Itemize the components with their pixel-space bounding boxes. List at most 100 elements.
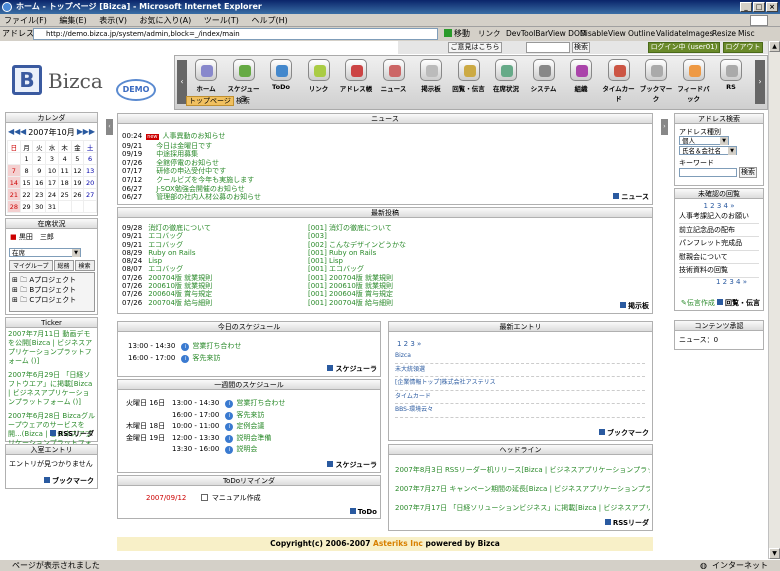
nav-item[interactable]: 回覧・伝言 bbox=[452, 58, 486, 93]
devtoolbar-link[interactable]: DevToolBar bbox=[506, 27, 548, 41]
schedule-title[interactable]: 営業打ち合わせ bbox=[192, 342, 241, 350]
entries-pager[interactable]: 1 2 3 » bbox=[397, 340, 421, 348]
circular-more-link[interactable]: 回覧・伝言 bbox=[717, 298, 760, 308]
subnav-search[interactable]: 検索 bbox=[234, 97, 252, 105]
nav-item[interactable]: ホーム bbox=[189, 58, 223, 93]
calendar-day[interactable]: 14 bbox=[7, 176, 21, 189]
nav-item[interactable]: ToDo bbox=[264, 58, 298, 91]
circular-item[interactable]: 慰親会について bbox=[679, 251, 759, 264]
todo-checkbox[interactable] bbox=[200, 494, 208, 501]
tab-mygroup[interactable]: マイグループ bbox=[9, 260, 53, 271]
board-title[interactable]: 消灯の徹底について bbox=[148, 224, 211, 232]
board-post[interactable]: 08/29 Ruby on Rails bbox=[122, 249, 212, 257]
calendar-day[interactable]: 1 bbox=[19, 152, 34, 165]
today-more-link[interactable]: スケジューラ bbox=[327, 364, 377, 374]
close-button[interactable]: × bbox=[766, 2, 778, 12]
board-thread[interactable]: [001] 200604版 賞与規定 bbox=[308, 290, 406, 298]
calendar-day[interactable]: 17 bbox=[45, 176, 59, 189]
schedule-title[interactable]: 客先来訪 bbox=[192, 354, 220, 362]
week-title[interactable]: 定例会議 bbox=[236, 422, 264, 430]
news-title[interactable]: クールビズを今年も実施します bbox=[156, 176, 254, 184]
news-title[interactable]: 研修の申込受付中です bbox=[156, 167, 226, 175]
collapse-right-icon[interactable]: › bbox=[661, 119, 668, 135]
board-thread[interactable]: [002] こんなデザインどうかな bbox=[308, 241, 406, 249]
menu-help[interactable]: ヘルプ(H) bbox=[251, 16, 287, 25]
calendar-day[interactable]: 12 bbox=[70, 164, 85, 177]
calendar-day[interactable]: 24 bbox=[45, 188, 59, 201]
board-title[interactable]: 200704版 給与細則 bbox=[148, 299, 212, 307]
headline-item[interactable]: 2007年7月17日 「日経ソリューションビジネス」に掲載[Bizca | ビジ… bbox=[395, 499, 650, 518]
todo-more-link[interactable]: ToDo bbox=[349, 508, 377, 516]
week-schedule-item[interactable]: 火曜日 16日 13:00 - 14:30 i 営業打ち合わせ bbox=[126, 398, 285, 410]
board-thread[interactable]: [001] エコバッグ bbox=[308, 265, 406, 273]
board-title[interactable]: 200610版 就業規則 bbox=[148, 282, 212, 290]
scroll-down-icon[interactable]: ▼ bbox=[769, 548, 780, 559]
view-link[interactable]: View bbox=[608, 27, 626, 41]
board-post[interactable]: 07/26 200704版 就業規則 bbox=[122, 274, 212, 282]
board-title[interactable]: エコバッグ bbox=[148, 265, 183, 273]
address-field-select[interactable]: 氏名＆会社名 bbox=[679, 146, 737, 155]
nav-item[interactable]: システム bbox=[527, 58, 561, 93]
schedule-item[interactable]: 13:00 - 14:30 i 営業打ち合わせ bbox=[128, 340, 241, 352]
calendar-day[interactable]: 7 bbox=[7, 164, 21, 177]
nav-item[interactable]: RS bbox=[714, 58, 748, 91]
menu-tools[interactable]: ツール(T) bbox=[204, 16, 239, 25]
headline-item[interactable]: 2007年8月3日 RSSリーダー机リリース[Bizca | ビジネスアプリケー… bbox=[395, 461, 650, 480]
calendar-day[interactable]: 30 bbox=[32, 200, 47, 213]
calendar-day[interactable]: 11 bbox=[57, 164, 72, 177]
board-thread[interactable]: [001] 200704版 給与細則 bbox=[308, 299, 406, 307]
board-title[interactable]: エコバッグ bbox=[148, 241, 183, 249]
news-title[interactable]: 管理部の社内人材公募のお知らせ bbox=[156, 193, 261, 201]
address-search-button[interactable]: 検索 bbox=[739, 167, 757, 178]
calendar-day[interactable]: 20 bbox=[83, 176, 97, 189]
board-thread[interactable]: [001] Ruby on Rails bbox=[308, 249, 406, 257]
news-item[interactable]: 00:24 new 人事異動のお知らせ bbox=[122, 132, 261, 142]
calendar-day[interactable]: 27 bbox=[83, 188, 97, 201]
week-more-link[interactable]: スケジューラ bbox=[327, 460, 377, 470]
visitors-more-link[interactable]: ブックマーク bbox=[44, 476, 94, 486]
address-kind-select[interactable]: 個人 bbox=[679, 136, 729, 145]
schedule-item[interactable]: 16:00 - 17:00 i 客先来訪 bbox=[128, 352, 241, 364]
vertical-scrollbar[interactable]: ▲ ▼ bbox=[768, 41, 780, 559]
week-schedule-item[interactable]: 金曜日 19日 12:00 - 13:30 i 説明会準備 bbox=[126, 433, 285, 445]
header-search-button[interactable]: 検索 bbox=[572, 42, 590, 53]
week-schedule-item[interactable]: 13:30 - 16:00 i 説明会 bbox=[126, 444, 285, 456]
maximize-button[interactable]: □ bbox=[753, 2, 765, 12]
links-button[interactable]: リンク bbox=[478, 27, 501, 41]
scroll-up-icon[interactable]: ▲ bbox=[769, 41, 780, 52]
calendar-day[interactable]: 4 bbox=[57, 152, 72, 165]
address-input[interactable]: http://demo.bizca.jp/system/admin,block=… bbox=[33, 28, 438, 40]
week-schedule-item[interactable]: 木曜日 18日 10:00 - 11:00 i 定例会議 bbox=[126, 421, 285, 433]
calendar-day[interactable]: 26 bbox=[70, 188, 85, 201]
tab-search[interactable]: 検索 bbox=[74, 260, 95, 271]
keyword-input[interactable] bbox=[679, 168, 737, 177]
calendar-prev-month-icon[interactable]: ◀ bbox=[20, 127, 26, 136]
nav-item[interactable]: 組織 bbox=[564, 58, 598, 93]
entry-item[interactable]: Bizca bbox=[395, 350, 645, 364]
circular-item[interactable]: 人事考課記入のお願い bbox=[679, 210, 759, 224]
go-button[interactable]: 移動 bbox=[444, 28, 476, 40]
calendar-day[interactable]: 31 bbox=[45, 200, 59, 213]
news-item[interactable]: 09/21 今日は金曜日です bbox=[122, 142, 261, 151]
nav-item[interactable]: 在席状況 bbox=[489, 58, 523, 93]
misc-link[interactable]: Misc bbox=[738, 27, 755, 41]
calendar-day[interactable]: 6 bbox=[83, 152, 97, 165]
calendar-next-year-icon[interactable]: ▶▶ bbox=[83, 127, 95, 136]
calendar-day[interactable]: 28 bbox=[7, 200, 21, 213]
board-post[interactable]: 07/26 200704版 給与細則 bbox=[122, 299, 212, 307]
calendar-day[interactable]: 2 bbox=[32, 152, 47, 165]
circular-item[interactable]: 技術資料の回覧 bbox=[679, 264, 759, 278]
board-post[interactable]: 07/26 200604版 賞与規定 bbox=[122, 290, 212, 298]
calendar-day[interactable]: 23 bbox=[32, 188, 47, 201]
resize-link[interactable]: Resize bbox=[712, 27, 736, 41]
menu-view[interactable]: 表示(V) bbox=[99, 16, 127, 25]
nav-next-arrow-icon[interactable]: › bbox=[755, 60, 765, 104]
news-item[interactable]: 09/19 中途採用募集 bbox=[122, 150, 261, 159]
calendar-day[interactable]: 15 bbox=[19, 176, 34, 189]
news-title[interactable]: 全館停電のお知らせ bbox=[156, 159, 219, 167]
headline-item[interactable]: 2007年7月27日 キャンペーン期間の延長[Bizca | ビジネスアプリケー… bbox=[395, 480, 650, 499]
circular-item[interactable]: パンフレット完成品 bbox=[679, 237, 759, 251]
subnav-top-page[interactable]: トップページ bbox=[186, 96, 234, 106]
circular-pager[interactable]: 1 2 3 4 » bbox=[675, 202, 763, 210]
news-item[interactable]: 06/27 管理部の社内人材公募のお知らせ bbox=[122, 193, 261, 202]
